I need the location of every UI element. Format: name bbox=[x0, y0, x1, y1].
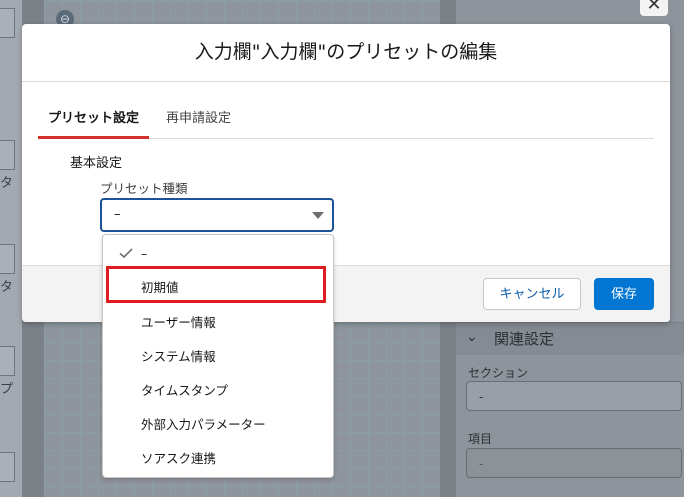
option-label: ユーザー情報 bbox=[141, 315, 216, 330]
cancel-button[interactable]: キャンセル bbox=[483, 278, 581, 310]
background-section-label: セクション bbox=[468, 366, 529, 380]
background-left-label: タ bbox=[0, 280, 14, 295]
preset-type-value: – bbox=[114, 207, 121, 222]
chevron-down-icon bbox=[312, 212, 324, 219]
background-section-title: 関連設定 bbox=[494, 330, 555, 348]
option-system-info[interactable]: システム情報 bbox=[103, 340, 333, 374]
option-label: – bbox=[141, 246, 148, 261]
option-label: 外部入力パラメーター bbox=[141, 417, 266, 432]
background-tick bbox=[0, 244, 15, 274]
background-tick bbox=[0, 8, 15, 38]
option-label: タイムスタンプ bbox=[141, 383, 228, 398]
background-left-panel: タ タ プ bbox=[0, 0, 23, 497]
background-section-select: - bbox=[466, 381, 682, 411]
background-item-label: 項目 bbox=[468, 432, 493, 446]
option-label: システム情報 bbox=[141, 349, 216, 364]
tab-bar: プリセット設定 再申請設定 bbox=[38, 106, 654, 139]
fieldset-legend: 基本設定 bbox=[70, 156, 123, 171]
background-section-header: ⌄ 関連設定 bbox=[456, 322, 684, 355]
preset-type-listbox: – 初期値 ユーザー情報 システム情報 タイムスタンプ 外部入力パラメーター ソ… bbox=[102, 234, 334, 478]
preset-type-combobox[interactable]: – bbox=[100, 198, 334, 232]
option-initial-value[interactable]: 初期値 bbox=[103, 271, 333, 305]
background-tick bbox=[0, 346, 15, 376]
tab-reapply-settings[interactable]: 再申請設定 bbox=[156, 106, 241, 136]
option-external-parameter[interactable]: 外部入力パラメーター bbox=[103, 408, 333, 442]
check-icon bbox=[119, 248, 133, 259]
chevron-down-icon: ⌄ bbox=[466, 329, 478, 345]
option-user-info[interactable]: ユーザー情報 bbox=[103, 306, 333, 340]
option-none[interactable]: – bbox=[103, 237, 333, 271]
option-label: 初期値 bbox=[141, 280, 179, 295]
background-left-label: タ bbox=[0, 176, 14, 191]
background-item-select: - bbox=[466, 448, 682, 478]
option-label: ソアスク連携 bbox=[141, 451, 217, 466]
close-icon: ✕ bbox=[640, 0, 668, 16]
save-button[interactable]: 保存 bbox=[594, 278, 654, 310]
background-left-label: プ bbox=[0, 382, 14, 397]
tab-preset-settings[interactable]: プリセット設定 bbox=[38, 106, 150, 139]
modal-title: 入力欄"入力欄"のプリセットの編集 bbox=[22, 24, 670, 82]
preset-type-label: プリセット種類 bbox=[100, 181, 188, 196]
background-tick bbox=[0, 452, 15, 482]
option-timestamp[interactable]: タイムスタンプ bbox=[103, 374, 333, 408]
background-tick bbox=[0, 140, 15, 170]
option-soasuku-integration[interactable]: ソアスク連携 bbox=[103, 442, 333, 476]
